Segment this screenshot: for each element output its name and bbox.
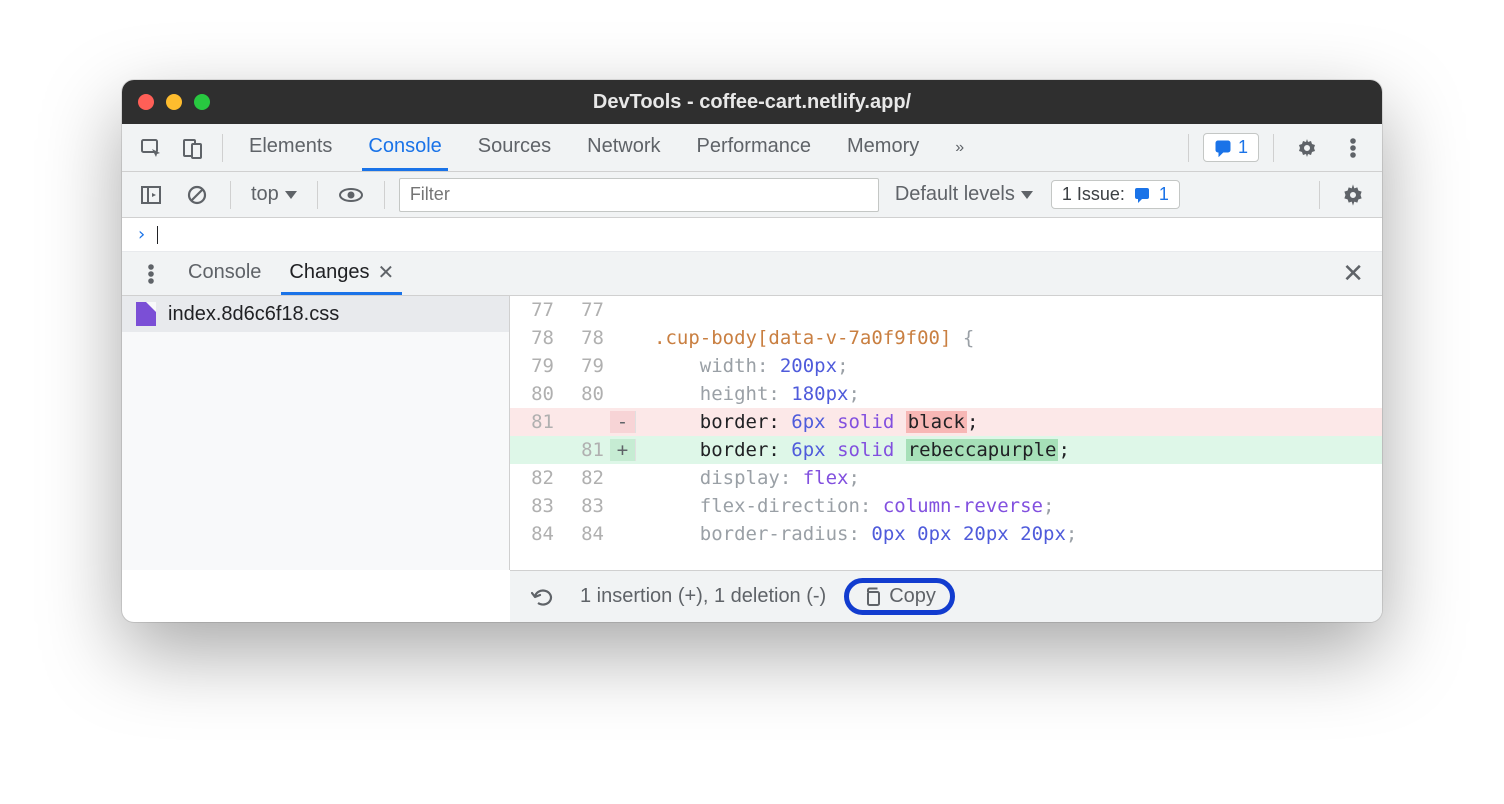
diff-code: border: 6px solid rebeccapurple; (636, 439, 1382, 461)
issues-label: 1 Issue: (1062, 184, 1125, 205)
message-icon (1214, 139, 1232, 157)
diff-code: width: 200px; (636, 355, 1382, 377)
drawer-close-icon[interactable]: ✕ (1334, 258, 1372, 289)
drawer-tab-console[interactable]: Console (180, 252, 269, 295)
changes-panel: index.8d6c6f18.css 7777 7878.cup-body[da… (122, 296, 1382, 570)
copy-button[interactable]: Copy (844, 578, 955, 615)
tabbar-right-tools: 1 (1182, 129, 1372, 167)
console-sidebar-toggle-icon[interactable] (132, 176, 170, 214)
revert-icon[interactable] (524, 578, 562, 616)
clear-console-icon[interactable] (178, 176, 216, 214)
chevron-down-icon (285, 191, 297, 199)
zoom-window-button[interactable] (194, 94, 210, 110)
divider (1319, 181, 1320, 209)
inspect-element-icon[interactable] (132, 129, 170, 167)
tab-network[interactable]: Network (581, 124, 666, 171)
kebab-menu-icon[interactable] (1334, 129, 1372, 167)
stylesheet-file-icon (136, 302, 156, 326)
settings-icon[interactable] (1288, 129, 1326, 167)
divider (1188, 134, 1189, 162)
tab-elements[interactable]: Elements (243, 124, 338, 171)
message-icon (1133, 186, 1151, 204)
levels-label: Default levels (895, 183, 1015, 206)
divider (317, 181, 318, 209)
diff-code: flex-direction: column-reverse; (636, 495, 1382, 517)
issue-count: 1 (1238, 137, 1248, 158)
drawer-tab-changes[interactable]: Changes ✕ (281, 252, 402, 295)
diff-added-line: 81+ border: 6px solid rebeccapurple; (510, 436, 1382, 464)
minimize-window-button[interactable] (166, 94, 182, 110)
close-tab-icon[interactable]: ✕ (377, 260, 394, 285)
main-tabbar: Elements Console Sources Network Perform… (122, 124, 1382, 172)
tab-memory[interactable]: Memory (841, 124, 925, 171)
console-toolbar: top Default levels 1 Issue: 1 (122, 172, 1382, 218)
window-title: DevTools - coffee-cart.netlify.app/ (122, 91, 1382, 114)
copy-icon (863, 587, 881, 607)
diff-view: 7777 7878.cup-body[data-v-7a0f9f00] { 79… (510, 296, 1382, 570)
chevron-down-icon (1021, 191, 1033, 199)
drawer-tabs: Console Changes ✕ (180, 252, 402, 295)
changed-files-list: index.8d6c6f18.css (122, 296, 510, 570)
changes-summary: 1 insertion (+), 1 deletion (-) (580, 585, 826, 608)
tab-performance[interactable]: Performance (691, 124, 818, 171)
diff-code: .cup-body[data-v-7a0f9f00] { (636, 327, 1382, 349)
console-issues-box[interactable]: 1 Issue: 1 (1051, 180, 1180, 209)
diff-code: border-radius: 0px 0px 20px 20px; (636, 523, 1382, 545)
diff-code: display: flex; (636, 467, 1382, 489)
tab-console[interactable]: Console (362, 124, 447, 171)
titlebar: DevTools - coffee-cart.netlify.app/ (122, 80, 1382, 124)
console-filter-input[interactable] (399, 178, 879, 212)
context-selector[interactable]: top (245, 183, 303, 206)
console-prompt[interactable]: › (122, 218, 1382, 252)
changes-footer: 1 insertion (+), 1 deletion (-) Copy (510, 570, 1382, 622)
log-levels-selector[interactable]: Default levels (895, 183, 1033, 206)
tab-sources[interactable]: Sources (472, 124, 557, 171)
diff-code: height: 180px; (636, 383, 1382, 405)
divider (222, 134, 223, 162)
console-settings-icon[interactable] (1334, 176, 1372, 214)
drawer-tabbar: Console Changes ✕ ✕ (122, 252, 1382, 296)
traffic-lights (138, 94, 210, 110)
divider (1273, 134, 1274, 162)
divider (230, 181, 231, 209)
close-window-button[interactable] (138, 94, 154, 110)
diff-code: border: 6px solid black; (636, 411, 1382, 433)
divider (384, 181, 385, 209)
live-expression-icon[interactable] (332, 176, 370, 214)
panel-tabs: Elements Console Sources Network Perform… (243, 124, 1178, 171)
context-label: top (251, 183, 279, 206)
issues-badge[interactable]: 1 (1203, 133, 1259, 162)
more-tabs-button[interactable]: » (949, 124, 970, 171)
devtools-window: DevTools - coffee-cart.netlify.app/ Elem… (122, 80, 1382, 622)
issues-count: 1 (1159, 184, 1169, 205)
file-name: index.8d6c6f18.css (168, 303, 339, 326)
diff-deleted-line: 81- border: 6px solid black; (510, 408, 1382, 436)
prompt-chevron-icon: › (136, 224, 147, 245)
drawer-kebab-icon[interactable] (132, 255, 170, 293)
text-cursor (157, 226, 159, 244)
copy-label: Copy (889, 585, 936, 608)
changed-file-item[interactable]: index.8d6c6f18.css (122, 296, 509, 332)
device-toolbar-icon[interactable] (174, 129, 212, 167)
